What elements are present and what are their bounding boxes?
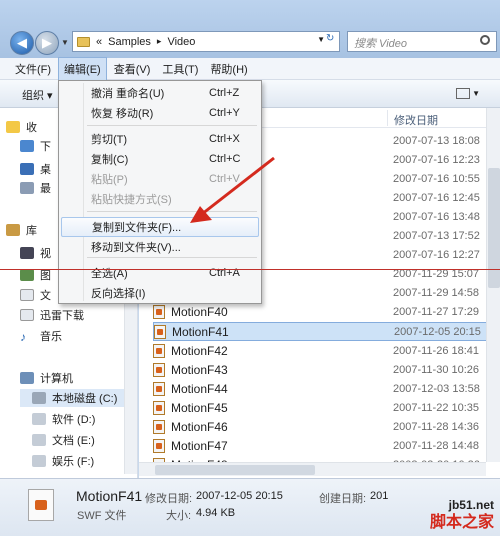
annotation-arrow xyxy=(190,156,275,223)
